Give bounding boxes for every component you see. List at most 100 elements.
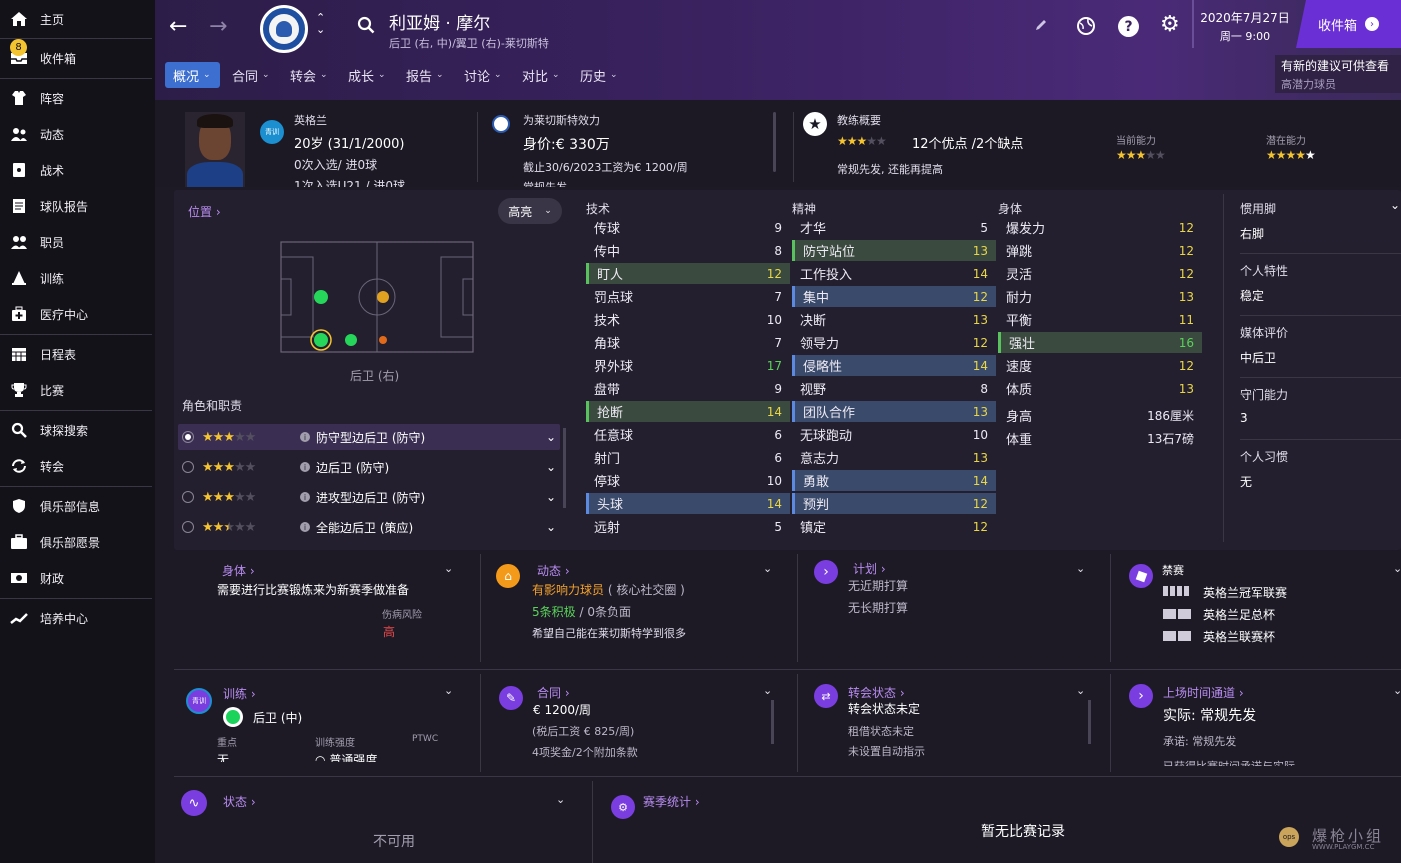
attribute-row[interactable]: 耐力 13 (998, 286, 1202, 307)
chevron-down-icon[interactable]: ⌄ (444, 562, 453, 575)
chevron-down-icon[interactable]: ⌄ (546, 490, 556, 504)
tab-discuss[interactable]: 讨论 ⌄ (456, 62, 510, 88)
role-radio[interactable] (182, 461, 194, 473)
plan-card-title[interactable]: 计划 › (853, 560, 886, 577)
club-crest[interactable] (260, 5, 308, 53)
role-radio[interactable] (182, 431, 194, 443)
attribute-row[interactable]: 意志力 13 (792, 447, 996, 468)
highlight-dropdown[interactable]: 高亮 ⌄ (498, 198, 562, 224)
sidebar-item-development[interactable]: 培养中心 (0, 600, 152, 636)
attribute-row[interactable]: 盘带 9 (586, 378, 790, 399)
form-card-title[interactable]: 状态 › (223, 793, 256, 810)
attribute-row[interactable]: 远射 5 (586, 516, 790, 537)
chevron-down-icon[interactable]: ⌄ (556, 793, 565, 806)
role-row[interactable]: ★★★★★ i 边后卫 (防守) ⌄ (182, 456, 560, 478)
attribute-row[interactable]: 传中 8 (586, 240, 790, 261)
sidebar-item-clubvision[interactable]: 俱乐部愿景 (0, 524, 152, 560)
club-switch-icon[interactable]: ⌃ ⌄ (316, 12, 325, 36)
sidebar-item-inbox[interactable]: 8 收件箱 (0, 39, 152, 76)
attribute-row[interactable]: 视野 8 (792, 378, 996, 399)
attribute-row[interactable]: 侵略性 14 (792, 355, 996, 376)
attribute-row[interactable]: 射门 6 (586, 447, 790, 468)
info-icon[interactable]: i (300, 432, 310, 442)
tab-transfer[interactable]: 转会 ⌄ (282, 62, 336, 88)
gear-icon[interactable]: ⚙ (1160, 14, 1180, 36)
chevron-down-icon[interactable]: ⌄ (763, 684, 772, 697)
tab-reports[interactable]: 报告 ⌄ (398, 62, 452, 88)
role-row[interactable]: ★★★★★ i 进攻型边后卫 (防守) ⌄ (182, 486, 560, 508)
info-icon[interactable]: i (300, 522, 310, 532)
attribute-row[interactable]: 任意球 6 (586, 424, 790, 445)
chevron-down-icon[interactable]: ⌄ (1393, 562, 1401, 575)
sidebar-item-dynamics[interactable]: 动态 (0, 116, 152, 152)
attribute-row[interactable]: 镇定 12 (792, 516, 996, 537)
tab-compare[interactable]: 对比 ⌄ (514, 62, 568, 88)
chevron-down-icon[interactable]: ⌄ (444, 684, 453, 697)
back-arrow-icon[interactable]: ← (169, 14, 187, 39)
tab-development[interactable]: 成长 ⌄ (340, 62, 394, 88)
chevron-down-icon[interactable]: ⌄ (1076, 684, 1085, 697)
scrollbar[interactable] (563, 428, 566, 508)
transfer-card-title[interactable]: 转会状态 › (848, 684, 905, 701)
info-icon[interactable]: i (300, 462, 310, 472)
scrollbar[interactable] (1088, 700, 1091, 744)
attribute-row[interactable]: 勇敢 14 (792, 470, 996, 491)
contract-card-title[interactable]: 合同 › (537, 684, 570, 701)
attribute-row[interactable]: 停球 10 (586, 470, 790, 491)
role-row[interactable]: ★★★★★ i 全能边后卫 (策应) ⌄ (182, 516, 560, 538)
attribute-row[interactable]: 集中 12 (792, 286, 996, 307)
scrollbar[interactable] (771, 700, 774, 744)
tab-overview[interactable]: 概况 ⌄ (165, 62, 220, 88)
attribute-row[interactable]: 才华 5 (792, 217, 996, 238)
tab-contract[interactable]: 合同 ⌄ (224, 62, 278, 88)
attribute-row[interactable]: 罚点球 7 (586, 286, 790, 307)
sidebar-item-training[interactable]: 训练 (0, 260, 152, 296)
sidebar-item-scouting[interactable]: 球探搜索 (0, 412, 152, 448)
attribute-row[interactable]: 灵活 12 (998, 263, 1202, 284)
sidebar-item-reports[interactable]: 球队报告 (0, 188, 152, 224)
attribute-row[interactable]: 盯人 12 (586, 263, 790, 284)
dynamics-card-title[interactable]: 动态 › (537, 562, 570, 579)
attribute-row[interactable]: 角球 7 (586, 332, 790, 353)
attribute-row[interactable]: 速度 12 (998, 355, 1202, 376)
attribute-row[interactable]: 爆发力 12 (998, 217, 1202, 238)
sidebar-item-medical[interactable]: 医疗中心 (0, 296, 152, 332)
chevron-down-icon[interactable]: ⌄ (763, 562, 772, 575)
stats-card-title[interactable]: 赛季统计 › (643, 793, 700, 810)
chevron-down-icon[interactable]: ⌄ (546, 520, 556, 534)
chevron-down-icon[interactable]: ⌄ (1390, 198, 1400, 212)
attribute-row[interactable]: 防守站位 13 (792, 240, 996, 261)
attribute-row[interactable]: 头球 14 (586, 493, 790, 514)
attribute-row[interactable]: 团队合作 13 (792, 401, 996, 422)
attribute-row[interactable]: 平衡 11 (998, 309, 1202, 330)
attribute-row[interactable]: 抢断 14 (586, 401, 790, 422)
training-card-title[interactable]: 训练 › (223, 685, 256, 702)
attribute-row[interactable]: 工作投入 14 (792, 263, 996, 284)
attribute-row[interactable]: 技术 10 (586, 309, 790, 330)
chevron-down-icon[interactable]: ⌄ (1393, 684, 1401, 697)
sidebar-item-schedule[interactable]: 日程表 (0, 336, 152, 372)
attribute-row[interactable]: 预判 12 (792, 493, 996, 514)
attribute-row[interactable]: 界外球 17 (586, 355, 790, 376)
sidebar-item-staff[interactable]: 职员 (0, 224, 152, 260)
attribute-row[interactable]: 传球 9 (586, 217, 790, 238)
attribute-row[interactable]: 强壮 16 (998, 332, 1202, 353)
sidebar-item-clubinfo[interactable]: 俱乐部信息 (0, 488, 152, 524)
inbox-continue-button[interactable]: 收件箱 › (1296, 0, 1401, 48)
forward-arrow-icon[interactable]: → (209, 14, 227, 39)
chevron-down-icon[interactable]: ⌄ (546, 430, 556, 444)
sidebar-item-competitions[interactable]: 比赛 (0, 372, 152, 408)
attribute-row[interactable]: 弹跳 12 (998, 240, 1202, 261)
info-icon[interactable]: i (300, 492, 310, 502)
notice-panel[interactable]: 有新的建议可供查看 高潜力球员 (1275, 55, 1401, 93)
attribute-row[interactable]: 领导力 12 (792, 332, 996, 353)
attribute-row[interactable]: 无球跑动 10 (792, 424, 996, 445)
body-card-title[interactable]: 身体 › (222, 562, 255, 579)
pen-icon[interactable] (1034, 18, 1048, 35)
sidebar-item-tactics[interactable]: 战术 (0, 152, 152, 188)
position-title[interactable]: 位置 › (188, 203, 221, 220)
scrollbar[interactable] (773, 112, 776, 172)
role-radio[interactable] (182, 491, 194, 503)
help-icon[interactable]: ? (1118, 16, 1139, 37)
tab-history[interactable]: 历史 ⌄ (572, 62, 626, 88)
